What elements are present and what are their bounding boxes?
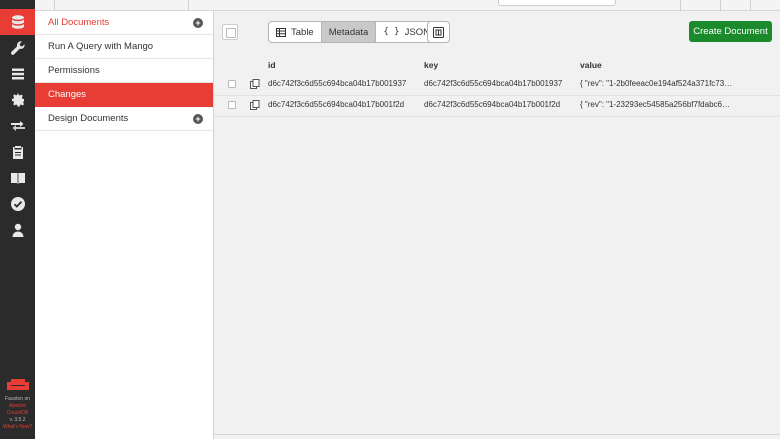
sidebar-item-label: Changes [48, 89, 87, 100]
metadata-view-label: Metadata [328, 26, 369, 38]
header-segment [55, 0, 189, 11]
sidebar-item-changes[interactable]: Changes [35, 83, 213, 107]
sidebar-item-design-documents[interactable]: Design Documents + [35, 107, 213, 131]
row-value: { "rev": "1-23293ec54585a256bf7fdabc6… [580, 100, 730, 109]
view-toggle-group: Table Metadata { } JSON [268, 21, 438, 43]
database-sidebar: All Documents + Run A Query with Mango P… [35, 0, 214, 439]
braces-icon: { } [383, 27, 400, 37]
rail-footer: Fauxton on Apache CouchDB v. 3.5.2 What'… [0, 376, 35, 431]
footer-version: v. 3.5.2 [9, 417, 26, 423]
column-header-id[interactable]: id [268, 60, 276, 70]
clipboard-icon[interactable] [0, 139, 35, 165]
row-value: { "rev": "1-2b0feeac0e194af524a371fc73… [580, 79, 733, 88]
sidebar-item-all-documents[interactable]: All Documents + [35, 11, 213, 35]
select-all-checkbox[interactable] [222, 24, 238, 40]
sidebar-item-mango-query[interactable]: Run A Query with Mango [35, 35, 213, 59]
footer-apache[interactable]: Apache [0, 403, 35, 410]
footer-fauxton: Fauxton on [4, 396, 31, 402]
row-key: d6c742f3c6d55c694bca04b17b001f2d [424, 100, 561, 109]
sidebar-header-strip [35, 0, 214, 11]
header-segment [720, 0, 740, 11]
setup-wrench-icon[interactable] [0, 35, 35, 61]
verify-check-icon[interactable] [0, 191, 35, 217]
databases-icon[interactable] [0, 9, 35, 35]
add-plus-icon[interactable]: + [193, 114, 203, 124]
table-row[interactable]: d6c742f3c6d55c694bca04b17b001937 d6c742f… [214, 74, 780, 96]
table-row[interactable]: d6c742f3c6d55c694bca04b17b001f2d d6c742f… [214, 95, 780, 117]
search-input[interactable] [498, 0, 616, 6]
table-settings-icon [433, 26, 444, 38]
column-header-value[interactable]: value [580, 60, 602, 70]
copy-icon[interactable] [250, 100, 260, 110]
metadata-view-button[interactable]: Metadata [321, 22, 377, 42]
sidebar-item-permissions[interactable]: Permissions [35, 59, 213, 83]
row-id[interactable]: d6c742f3c6d55c694bca04b17b001f2d [268, 100, 404, 109]
sidebar-item-label: Permissions [48, 65, 100, 76]
config-gear-icon[interactable] [0, 87, 35, 113]
table-view-label: Table [291, 26, 314, 38]
active-tasks-icon[interactable] [0, 61, 35, 87]
app-nav-rail: Fauxton on Apache CouchDB v. 3.5.2 What'… [0, 0, 35, 439]
sidebar-item-label: All Documents [48, 17, 110, 28]
row-checkbox[interactable] [228, 80, 236, 88]
footer-divider [214, 434, 780, 435]
header-segment [750, 0, 770, 11]
add-plus-icon[interactable]: + [193, 18, 203, 28]
table-settings-button[interactable] [427, 21, 450, 43]
user-icon[interactable] [0, 217, 35, 243]
sidebar-item-label: Run A Query with Mango [48, 41, 154, 52]
table-icon [276, 27, 286, 37]
footer-whats-new-link[interactable]: What's New? [0, 424, 35, 431]
column-header-key[interactable]: key [424, 60, 438, 70]
create-document-button[interactable]: Create Document [689, 21, 772, 42]
replication-icon[interactable] [0, 113, 35, 139]
sidebar-item-label: Design Documents [48, 113, 129, 124]
main-header-strip [214, 0, 780, 11]
documentation-book-icon[interactable] [0, 165, 35, 191]
header-segment [680, 0, 700, 11]
copy-icon[interactable] [250, 79, 260, 89]
couchdb-logo-icon [6, 379, 29, 390]
header-segment [35, 0, 55, 11]
footer-couchdb[interactable]: CouchDB [0, 410, 35, 417]
row-checkbox[interactable] [228, 101, 236, 109]
table-view-button[interactable]: Table [269, 22, 322, 42]
row-key: d6c742f3c6d55c694bca04b17b001937 [424, 79, 563, 88]
row-id[interactable]: d6c742f3c6d55c694bca04b17b001937 [268, 79, 406, 88]
